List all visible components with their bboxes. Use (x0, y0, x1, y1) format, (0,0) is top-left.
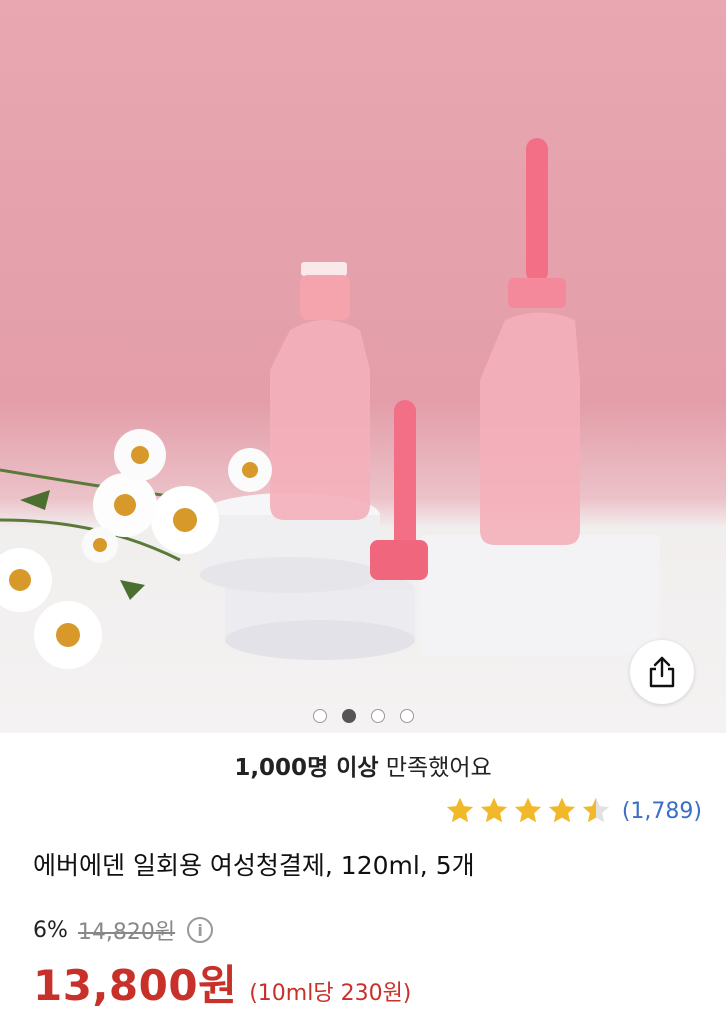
share-icon (649, 656, 675, 688)
star-full-icon (446, 797, 473, 823)
share-button[interactable] (630, 640, 694, 704)
star-full-icon (548, 797, 575, 823)
carousel-indicator (0, 709, 726, 723)
discount-rate: 6% (33, 917, 68, 943)
carousel-dot[interactable] (312, 709, 327, 723)
star-full-icon (480, 797, 507, 823)
satisfaction-text: 만족했어요 (385, 755, 492, 781)
unit-price: (10ml당 230원) (249, 981, 412, 1006)
product-image (0, 138, 660, 669)
product-title: 에버에덴 일회용 여성청결제, 120ml, 5개 (33, 851, 475, 880)
carousel-dot-active[interactable] (341, 709, 356, 723)
original-price: 14,820원 (77, 920, 176, 945)
satisfaction-banner: 1,000명 이상 만족했어요 (0, 748, 726, 782)
review-count[interactable]: (1,789) (622, 799, 702, 824)
sale-price-row: 13,800원 (10ml당 230원) (33, 952, 411, 1013)
sale-price: 13,800원 (33, 961, 238, 1010)
star-half-icon (582, 797, 609, 823)
rating-summary[interactable]: (1,789) (444, 795, 702, 827)
carousel-dot[interactable] (370, 709, 385, 723)
discount-row: 6% 14,820원 i (33, 914, 214, 946)
product-image-carousel[interactable] (0, 0, 726, 733)
carousel-dot[interactable] (399, 709, 414, 723)
info-icon[interactable]: i (187, 917, 214, 943)
satisfaction-count: 1,000명 이상 (234, 755, 379, 781)
star-full-icon (514, 797, 541, 823)
